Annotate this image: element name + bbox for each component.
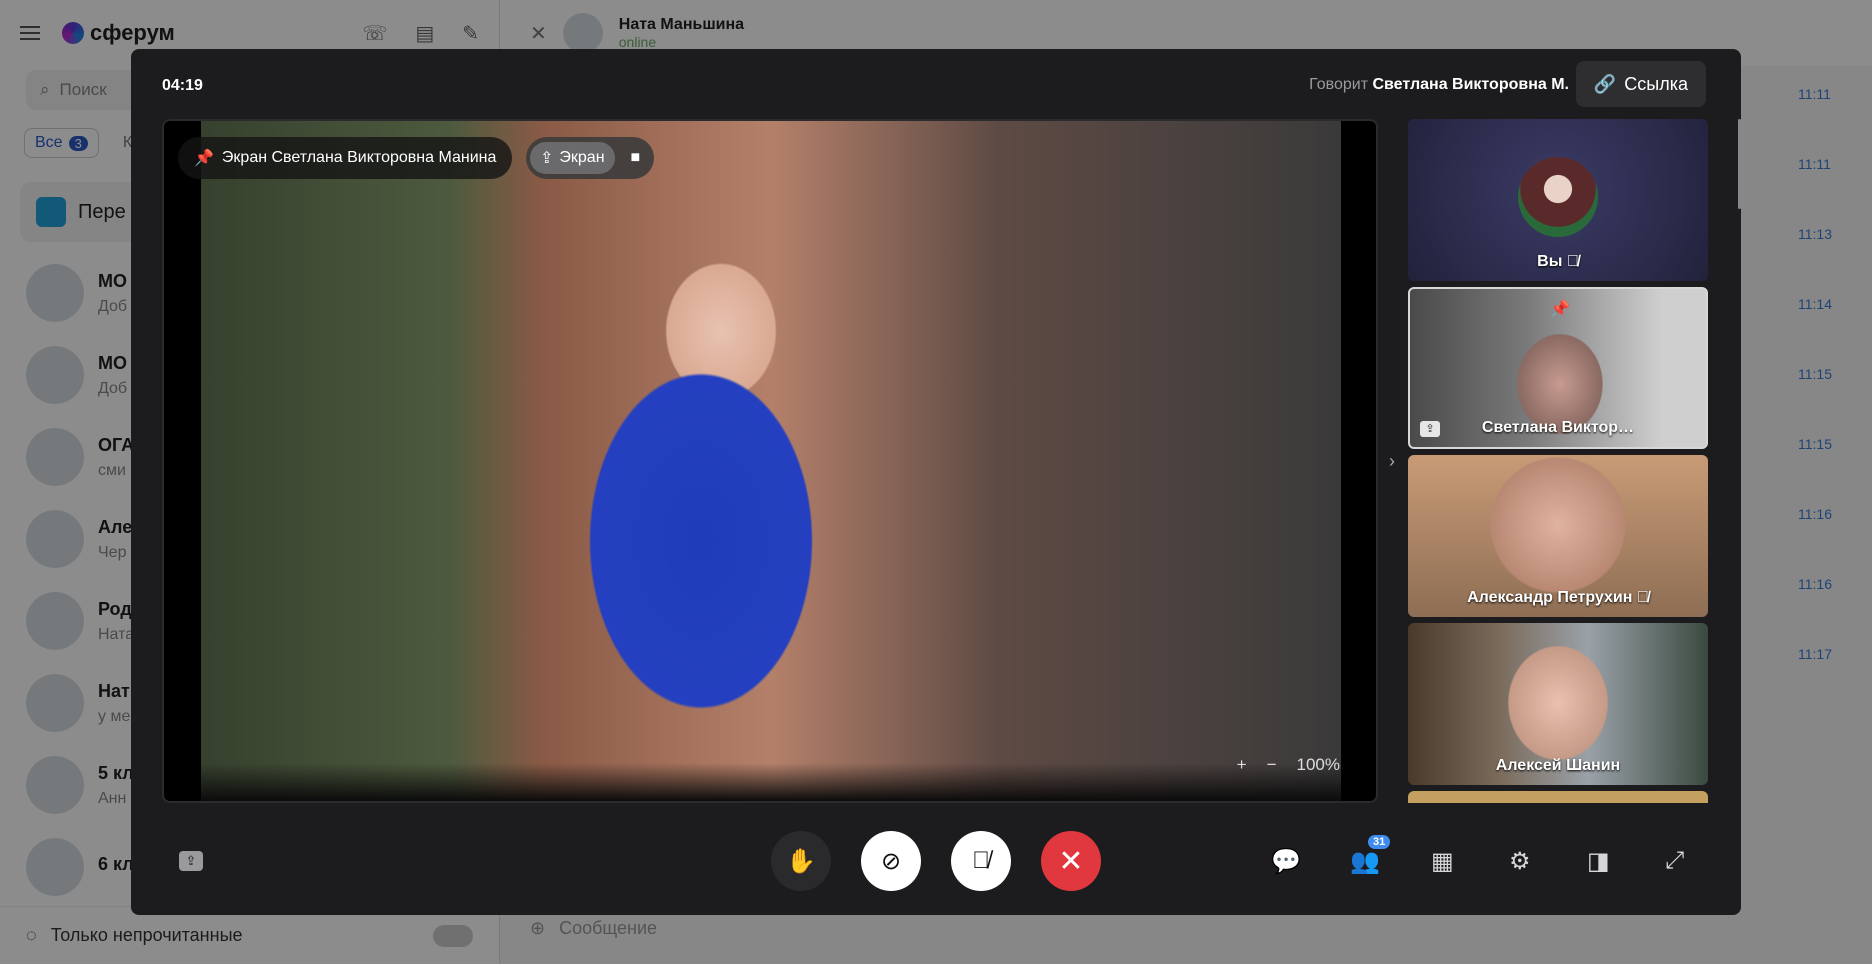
chat-bubble-icon: 💬 [1271,848,1301,875]
mic-toggle-button[interactable]: 🎙̸ [951,831,1011,891]
main-stage[interactable]: 📌 Экран Светлана Викторовна Манина ⇪ Экр… [162,119,1378,803]
participant-tile-pinned[interactable]: 📌 ⇪ Светлана Виктор… [1408,287,1708,449]
pinned-screen-badge[interactable]: 📌 Экран Светлана Викторовна Манина [178,137,513,179]
picture-in-picture-icon: ◨ [1587,848,1610,875]
expand-icon: ⤢ [1665,847,1685,874]
participant-name: Алексей Шанин [1495,757,1621,774]
camera-toggle-button[interactable]: ⊘ [861,831,921,891]
avatar [1518,157,1598,237]
active-speaker-prefix: Говорит [1309,76,1369,93]
video-call-window: 04:19 Говорит Светлана Викторовна М. 🔗 С… [131,49,1741,915]
mic-off-icon: 🎙̸ [972,847,990,874]
copy-link-button[interactable]: 🔗 Ссылка [1575,61,1706,107]
hand-icon: ✋ [786,847,816,875]
copy-link-label: Ссылка [1624,73,1688,94]
mic-off-icon: 🎙̸ [1636,589,1649,606]
participant-tile[interactable] [1408,791,1708,803]
pin-icon: 📌 [1550,301,1570,318]
screen-mode-label: Экран [559,149,605,166]
end-call-button[interactable]: ✕ [1041,831,1101,891]
zoom-controls: + − 100% [1237,755,1340,775]
minimize-window-button[interactable]: ◨ [1587,847,1610,876]
chevron-right-icon[interactable]: › [1389,451,1395,472]
mic-off-icon: 🎙̸ [1566,253,1579,270]
chat-button[interactable]: 💬 [1271,847,1301,876]
gear-icon: ⚙ [1509,848,1531,875]
participants-count-badge: 31 [1368,835,1391,849]
settings-button[interactable]: ⚙ [1509,847,1531,876]
people-icon: 👥 [1350,848,1380,875]
active-speaker: Говорит Светлана Викторовна М. [1309,76,1569,94]
screen-share-video [201,121,1341,801]
stream-switch: ⇪ Экран ■ [526,137,655,179]
camera-mode-button[interactable]: ■ [621,143,651,173]
grid-icon: ▦ [1431,848,1454,875]
participant-name: Александр Петрухин 🎙̸ [1467,589,1649,606]
camera-off-icon: ⊘ [880,847,902,875]
tiles-scrollbar[interactable] [1738,119,1741,209]
call-timer: 04:19 [162,77,203,94]
active-speaker-name: Светлана Викторовна М. [1372,76,1569,93]
zoom-level: 100% [1296,755,1340,774]
screen-mode-button[interactable]: ⇪ Экран [530,142,615,174]
zoom-out-icon[interactable]: − [1267,755,1277,775]
fullscreen-button[interactable]: ⤢ [1665,847,1684,875]
close-icon: ✕ [1058,844,1084,878]
participant-name: Светлана Виктор… [1481,419,1635,436]
screen-share-icon: ⇪ [540,150,554,167]
participant-tile[interactable]: Алексей Шанин [1408,623,1708,785]
raise-hand-button[interactable]: ✋ [771,831,831,891]
pin-icon: 📌 [194,150,214,167]
grid-view-button[interactable]: ▦ [1431,847,1454,876]
call-controls: ⇪ ✋ ⊘ 🎙̸ ✕ 💬 👥 31 ▦ ⚙ ◨ ⤢ [131,829,1741,893]
link-icon: 🔗 [1593,73,1617,94]
participants-button[interactable]: 👥 31 [1350,835,1391,876]
share-screen-button[interactable]: ⇪ [179,851,203,871]
participant-tile[interactable]: Александр Петрухин 🎙̸ [1408,455,1708,617]
participant-tiles: Вы 🎙̸ 📌 ⇪ Светлана Виктор… Александр Пет… [1408,119,1708,803]
participant-tile-self[interactable]: Вы 🎙̸ [1408,119,1708,281]
participant-name: Вы 🎙̸ [1537,253,1579,270]
video-shade [201,763,1341,801]
pinned-screen-label: Экран Светлана Викторовна Манина [221,149,497,166]
zoom-in-icon[interactable]: + [1237,755,1247,775]
